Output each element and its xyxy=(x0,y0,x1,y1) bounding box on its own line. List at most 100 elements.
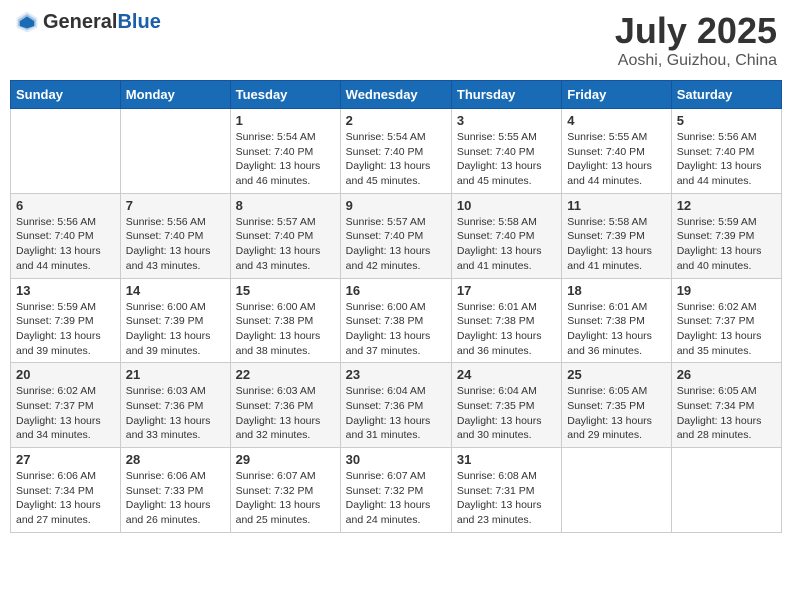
day-info: Sunrise: 6:02 AM Sunset: 7:37 PM Dayligh… xyxy=(677,300,776,359)
day-info: Sunrise: 6:06 AM Sunset: 7:34 PM Dayligh… xyxy=(16,469,115,528)
calendar-day-16: 16Sunrise: 6:00 AM Sunset: 7:38 PM Dayli… xyxy=(340,278,451,363)
calendar-day-14: 14Sunrise: 6:00 AM Sunset: 7:39 PM Dayli… xyxy=(120,278,230,363)
day-info: Sunrise: 5:55 AM Sunset: 7:40 PM Dayligh… xyxy=(567,130,665,189)
day-number: 12 xyxy=(677,198,776,213)
calendar-day-11: 11 Sunrise: 5:58 AM Sunset: 7:39 PM Dayli… xyxy=(562,193,671,278)
day-info: Sunrise: 6:08 AM Sunset: 7:31 PM Dayligh… xyxy=(457,469,556,528)
day-info: Sunrise: 6:07 AM Sunset: 7:32 PM Dayligh… xyxy=(236,469,335,528)
day-info: Sunrise: 5:54 AM Sunset: 7:40 PM Dayligh… xyxy=(346,130,446,189)
day-number: 24 xyxy=(457,367,556,382)
day-info: Sunrise: 5:59 AM Sunset: 7:39 PM Dayligh… xyxy=(16,300,115,359)
calendar-week-2: 6 Sunrise: 5:56 AM Sunset: 7:40 PM Daylig… xyxy=(11,193,782,278)
month-title: July 2025 xyxy=(615,10,777,52)
calendar-day-28: 28Sunrise: 6:06 AM Sunset: 7:33 PM Dayli… xyxy=(120,448,230,533)
empty-cell xyxy=(671,448,781,533)
day-info: Sunrise: 5:56 AM Sunset: 7:40 PM Dayligh… xyxy=(16,215,115,274)
calendar-day-9: 9Sunrise: 5:57 AM Sunset: 7:40 PM Daylig… xyxy=(340,193,451,278)
day-number: 19 xyxy=(677,283,776,298)
header-friday: Friday xyxy=(562,81,671,109)
day-number: 14 xyxy=(126,283,225,298)
day-number: 11 xyxy=(567,198,665,213)
day-info: Sunrise: 6:04 AM Sunset: 7:35 PM Dayligh… xyxy=(457,384,556,443)
day-info: Sunrise: 6:04 AM Sunset: 7:36 PM Dayligh… xyxy=(346,384,446,443)
calendar-day-3: 3 Sunrise: 5:55 AM Sunset: 7:40 PM Daylig… xyxy=(451,109,561,194)
day-number: 22 xyxy=(236,367,335,382)
calendar-day-23: 23Sunrise: 6:04 AM Sunset: 7:36 PM Dayli… xyxy=(340,363,451,448)
day-info: Sunrise: 5:56 AM Sunset: 7:40 PM Dayligh… xyxy=(126,215,225,274)
day-info: Sunrise: 6:05 AM Sunset: 7:35 PM Dayligh… xyxy=(567,384,665,443)
header-wednesday: Wednesday xyxy=(340,81,451,109)
empty-cell xyxy=(11,109,121,194)
logo: GeneralBlue xyxy=(15,10,161,34)
header-tuesday: Tuesday xyxy=(230,81,340,109)
day-info: Sunrise: 5:54 AM Sunset: 7:40 PM Dayligh… xyxy=(236,130,335,189)
calendar-day-15: 15Sunrise: 6:00 AM Sunset: 7:38 PM Dayli… xyxy=(230,278,340,363)
header-sunday: Sunday xyxy=(11,81,121,109)
day-number: 25 xyxy=(567,367,665,382)
calendar-table: SundayMondayTuesdayWednesdayThursdayFrid… xyxy=(10,80,782,533)
header-saturday: Saturday xyxy=(671,81,781,109)
calendar-day-2: 2 Sunrise: 5:54 AM Sunset: 7:40 PM Daylig… xyxy=(340,109,451,194)
calendar-day-17: 17Sunrise: 6:01 AM Sunset: 7:38 PM Dayli… xyxy=(451,278,561,363)
day-info: Sunrise: 5:58 AM Sunset: 7:39 PM Dayligh… xyxy=(567,215,665,274)
logo-icon xyxy=(15,10,39,34)
header-thursday: Thursday xyxy=(451,81,561,109)
day-info: Sunrise: 6:03 AM Sunset: 7:36 PM Dayligh… xyxy=(126,384,225,443)
day-number: 30 xyxy=(346,452,446,467)
day-info: Sunrise: 5:56 AM Sunset: 7:40 PM Dayligh… xyxy=(677,130,776,189)
logo-text: GeneralBlue xyxy=(43,11,161,34)
location-title: Aoshi, Guizhou, China xyxy=(615,52,777,70)
day-info: Sunrise: 5:57 AM Sunset: 7:40 PM Dayligh… xyxy=(236,215,335,274)
day-number: 9 xyxy=(346,198,446,213)
day-info: Sunrise: 5:55 AM Sunset: 7:40 PM Dayligh… xyxy=(457,130,556,189)
calendar-day-4: 4 Sunrise: 5:55 AM Sunset: 7:40 PM Daylig… xyxy=(562,109,671,194)
day-number: 8 xyxy=(236,198,335,213)
title-area: July 2025 Aoshi, Guizhou, China xyxy=(615,10,777,70)
calendar-day-19: 19 Sunrise: 6:02 AM Sunset: 7:37 PM Dayli… xyxy=(671,278,781,363)
day-number: 18 xyxy=(567,283,665,298)
day-number: 1 xyxy=(236,113,335,128)
empty-cell xyxy=(120,109,230,194)
calendar-day-1: 1 Sunrise: 5:54 AM Sunset: 7:40 PM Daylig… xyxy=(230,109,340,194)
calendar-day-29: 29 Sunrise: 6:07 AM Sunset: 7:32 PM Dayli… xyxy=(230,448,340,533)
calendar-day-12: 12 Sunrise: 5:59 AM Sunset: 7:39 PM Dayli… xyxy=(671,193,781,278)
calendar-day-10: 10Sunrise: 5:58 AM Sunset: 7:40 PM Dayli… xyxy=(451,193,561,278)
calendar-week-3: 13 Sunrise: 5:59 AM Sunset: 7:39 PM Dayli… xyxy=(11,278,782,363)
calendar-day-27: 27 Sunrise: 6:06 AM Sunset: 7:34 PM Dayli… xyxy=(11,448,121,533)
day-number: 13 xyxy=(16,283,115,298)
day-number: 29 xyxy=(236,452,335,467)
day-info: Sunrise: 6:07 AM Sunset: 7:32 PM Dayligh… xyxy=(346,469,446,528)
day-number: 5 xyxy=(677,113,776,128)
calendar-day-22: 22 Sunrise: 6:03 AM Sunset: 7:36 PM Dayli… xyxy=(230,363,340,448)
calendar-day-21: 21 Sunrise: 6:03 AM Sunset: 7:36 PM Dayli… xyxy=(120,363,230,448)
day-info: Sunrise: 6:00 AM Sunset: 7:38 PM Dayligh… xyxy=(346,300,446,359)
day-number: 3 xyxy=(457,113,556,128)
calendar-day-25: 25 Sunrise: 6:05 AM Sunset: 7:35 PM Dayli… xyxy=(562,363,671,448)
calendar-day-30: 30 Sunrise: 6:07 AM Sunset: 7:32 PM Dayli… xyxy=(340,448,451,533)
calendar-header-row: SundayMondayTuesdayWednesdayThursdayFrid… xyxy=(11,81,782,109)
day-number: 28 xyxy=(126,452,225,467)
day-info: Sunrise: 6:02 AM Sunset: 7:37 PM Dayligh… xyxy=(16,384,115,443)
day-number: 26 xyxy=(677,367,776,382)
calendar-day-8: 8 Sunrise: 5:57 AM Sunset: 7:40 PM Daylig… xyxy=(230,193,340,278)
day-info: Sunrise: 6:03 AM Sunset: 7:36 PM Dayligh… xyxy=(236,384,335,443)
day-number: 31 xyxy=(457,452,556,467)
calendar-day-7: 7 Sunrise: 5:56 AM Sunset: 7:40 PM Daylig… xyxy=(120,193,230,278)
empty-cell xyxy=(562,448,671,533)
day-number: 7 xyxy=(126,198,225,213)
header-monday: Monday xyxy=(120,81,230,109)
day-number: 6 xyxy=(16,198,115,213)
day-info: Sunrise: 6:05 AM Sunset: 7:34 PM Dayligh… xyxy=(677,384,776,443)
calendar-day-20: 20Sunrise: 6:02 AM Sunset: 7:37 PM Dayli… xyxy=(11,363,121,448)
day-info: Sunrise: 6:01 AM Sunset: 7:38 PM Dayligh… xyxy=(457,300,556,359)
calendar-week-4: 20Sunrise: 6:02 AM Sunset: 7:37 PM Dayli… xyxy=(11,363,782,448)
day-number: 27 xyxy=(16,452,115,467)
calendar-week-1: 1 Sunrise: 5:54 AM Sunset: 7:40 PM Daylig… xyxy=(11,109,782,194)
day-number: 2 xyxy=(346,113,446,128)
calendar-day-24: 24 Sunrise: 6:04 AM Sunset: 7:35 PM Dayli… xyxy=(451,363,561,448)
day-info: Sunrise: 5:59 AM Sunset: 7:39 PM Dayligh… xyxy=(677,215,776,274)
calendar-day-5: 5 Sunrise: 5:56 AM Sunset: 7:40 PM Daylig… xyxy=(671,109,781,194)
calendar-day-31: 31 Sunrise: 6:08 AM Sunset: 7:31 PM Dayli… xyxy=(451,448,561,533)
day-number: 4 xyxy=(567,113,665,128)
day-number: 21 xyxy=(126,367,225,382)
